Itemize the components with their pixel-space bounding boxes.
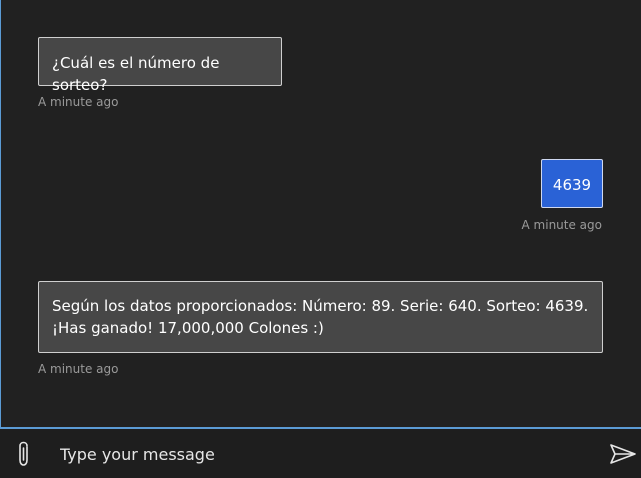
paperclip-icon (19, 441, 28, 466)
user-message[interactable]: 4639 (541, 159, 603, 208)
bot-message[interactable]: ¿Cuál es el número de sorteo? (38, 37, 282, 94)
send-button[interactable] (608, 441, 638, 467)
message-text: Según los datos proporcionados: Número: … (52, 297, 589, 337)
chat-window: ¿Cuál es el número de sorteo? A minute a… (0, 0, 641, 478)
message-composer (0, 427, 641, 478)
bot-message[interactable]: Según los datos proporcionados: Número: … (38, 281, 603, 353)
message-timestamp: A minute ago (38, 362, 119, 376)
message-text: 4639 (552, 176, 592, 194)
message-timestamp: A minute ago (38, 95, 119, 109)
attach-button[interactable] (10, 439, 38, 469)
chat-transcript[interactable]: ¿Cuál es el número de sorteo? A minute a… (0, 0, 641, 427)
message-timestamp: A minute ago (521, 218, 602, 232)
message-text: ¿Cuál es el número de sorteo? (52, 54, 220, 94)
send-icon (610, 444, 636, 464)
message-input[interactable] (60, 437, 590, 471)
